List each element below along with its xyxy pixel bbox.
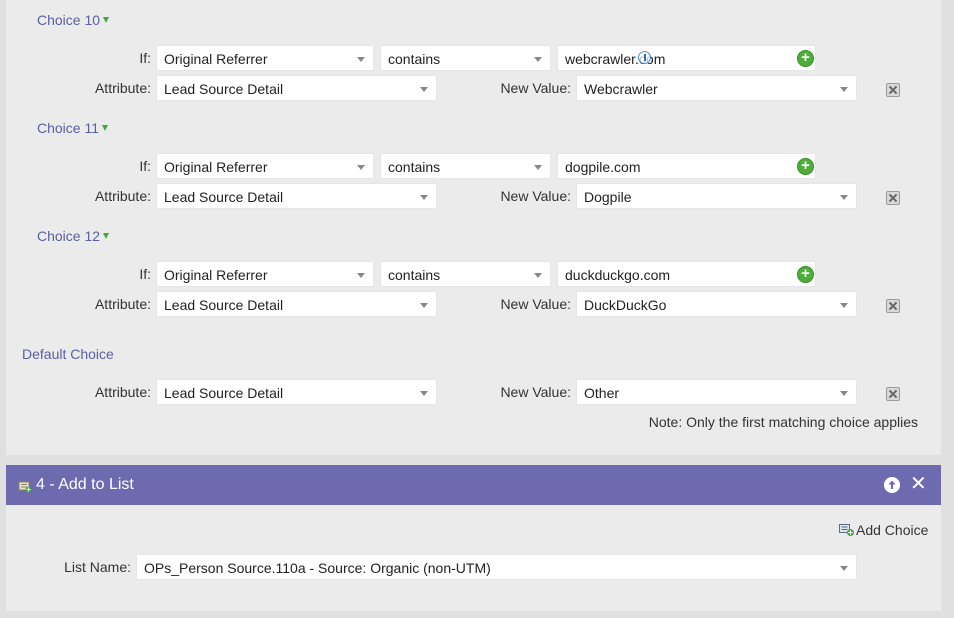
step-title: 4 - Add to List xyxy=(36,476,134,493)
chevron-down-icon xyxy=(420,87,428,92)
select-value: OPs_Person Source.110a - Source: Organic… xyxy=(144,560,491,576)
select-value: Other xyxy=(584,385,620,401)
chevron-down-icon xyxy=(357,165,365,170)
text-cursor-icon xyxy=(638,51,651,64)
select-value: DuckDuckGo xyxy=(584,297,667,313)
condition-value-input[interactable]: dogpile.com xyxy=(557,153,816,179)
operator-select[interactable]: contains xyxy=(380,45,551,71)
chevron-down-icon xyxy=(357,273,365,278)
chevron-down-icon xyxy=(534,165,542,170)
attribute-label: Attribute: xyxy=(94,80,151,96)
arrow-up-icon[interactable] xyxy=(884,477,900,493)
choice-title-label: Choice 12 xyxy=(37,228,101,244)
select-value: Original Referrer xyxy=(164,267,268,283)
chevron-down-icon xyxy=(840,303,848,308)
chevron-down-icon xyxy=(840,195,848,200)
new-value-select[interactable]: Webcrawler xyxy=(576,75,857,101)
attribute-select[interactable]: Lead Source Detail xyxy=(156,183,437,209)
flow-step-panel: Choice 10 If: Original Referrer contains… xyxy=(6,0,941,455)
attribute-select[interactable]: Lead Source Detail xyxy=(156,379,437,405)
choice-10-title[interactable]: Choice 10 xyxy=(37,12,110,28)
attribute-select[interactable]: Lead Source Detail xyxy=(156,75,437,101)
select-value: Lead Source Detail xyxy=(164,385,284,401)
plus-circle-icon[interactable]: + xyxy=(797,158,814,175)
chevron-down-icon xyxy=(103,17,110,23)
attribute-label: Attribute: xyxy=(94,384,151,400)
new-value-label: New Value: xyxy=(500,296,571,312)
select-value: contains xyxy=(388,267,441,283)
flow-step-header[interactable]: 4 - Add to List ✕ xyxy=(6,465,941,505)
plus-circle-icon[interactable]: + xyxy=(797,266,814,283)
delete-icon[interactable] xyxy=(886,191,900,205)
chevron-down-icon xyxy=(840,391,848,396)
operator-select[interactable]: contains xyxy=(380,261,551,287)
chevron-down-icon xyxy=(420,195,428,200)
matching-note: Note: Only the first matching choice app… xyxy=(648,414,918,430)
close-icon[interactable]: ✕ xyxy=(910,474,927,494)
chevron-down-icon xyxy=(840,87,848,92)
add-to-list-icon xyxy=(18,481,32,493)
attribute-select[interactable]: Lead Source Detail xyxy=(156,291,437,317)
add-choice-label: Add Choice xyxy=(856,522,929,538)
select-value: Webcrawler xyxy=(584,81,658,97)
new-value-label: New Value: xyxy=(500,188,571,204)
attribute-label: Attribute: xyxy=(94,188,151,204)
add-choice-icon xyxy=(839,524,854,536)
select-value: contains xyxy=(388,51,441,67)
condition-field-select[interactable]: Original Referrer xyxy=(156,261,374,287)
select-value: Lead Source Detail xyxy=(164,189,284,205)
new-value-select[interactable]: Dogpile xyxy=(576,183,857,209)
if-label: If: xyxy=(139,158,151,174)
select-value: Dogpile xyxy=(584,189,632,205)
select-value: Original Referrer xyxy=(164,51,268,67)
chevron-down-icon xyxy=(534,273,542,278)
delete-icon[interactable] xyxy=(886,299,900,313)
chevron-down-icon xyxy=(840,566,848,571)
select-value: Original Referrer xyxy=(164,159,268,175)
choice-11-title[interactable]: Choice 11 xyxy=(37,120,109,136)
chevron-down-icon xyxy=(534,57,542,62)
list-name-label: List Name: xyxy=(64,559,131,575)
chevron-down-icon xyxy=(102,125,109,131)
new-value-select[interactable]: DuckDuckGo xyxy=(576,291,857,317)
new-value-label: New Value: xyxy=(500,80,571,96)
plus-circle-icon[interactable]: + xyxy=(797,50,814,67)
choice-title-label: Choice 10 xyxy=(37,12,101,28)
delete-icon[interactable] xyxy=(886,83,900,97)
condition-value-input[interactable]: webcrawler.com xyxy=(557,45,816,71)
chevron-down-icon xyxy=(103,233,110,239)
operator-select[interactable]: contains xyxy=(380,153,551,179)
delete-icon[interactable] xyxy=(886,387,900,401)
select-value: Lead Source Detail xyxy=(164,81,284,97)
add-choice-button[interactable]: Add Choice xyxy=(839,522,928,538)
if-label: If: xyxy=(139,50,151,66)
condition-field-select[interactable]: Original Referrer xyxy=(156,45,374,71)
condition-value-input[interactable]: duckduckgo.com xyxy=(557,261,816,287)
add-to-list-panel: Add Choice List Name: OPs_Person Source.… xyxy=(6,505,941,611)
chevron-down-icon xyxy=(420,303,428,308)
if-label: If: xyxy=(139,266,151,282)
default-choice-title: Default Choice xyxy=(22,346,114,362)
select-value: Lead Source Detail xyxy=(164,297,284,313)
chevron-down-icon xyxy=(357,57,365,62)
list-name-select[interactable]: OPs_Person Source.110a - Source: Organic… xyxy=(136,554,857,580)
choice-12-title[interactable]: Choice 12 xyxy=(37,228,110,244)
select-value: contains xyxy=(388,159,441,175)
new-value-label: New Value: xyxy=(500,384,571,400)
choice-title-label: Choice 11 xyxy=(37,120,100,136)
condition-field-select[interactable]: Original Referrer xyxy=(156,153,374,179)
chevron-down-icon xyxy=(420,391,428,396)
attribute-label: Attribute: xyxy=(94,296,151,312)
new-value-select[interactable]: Other xyxy=(576,379,857,405)
